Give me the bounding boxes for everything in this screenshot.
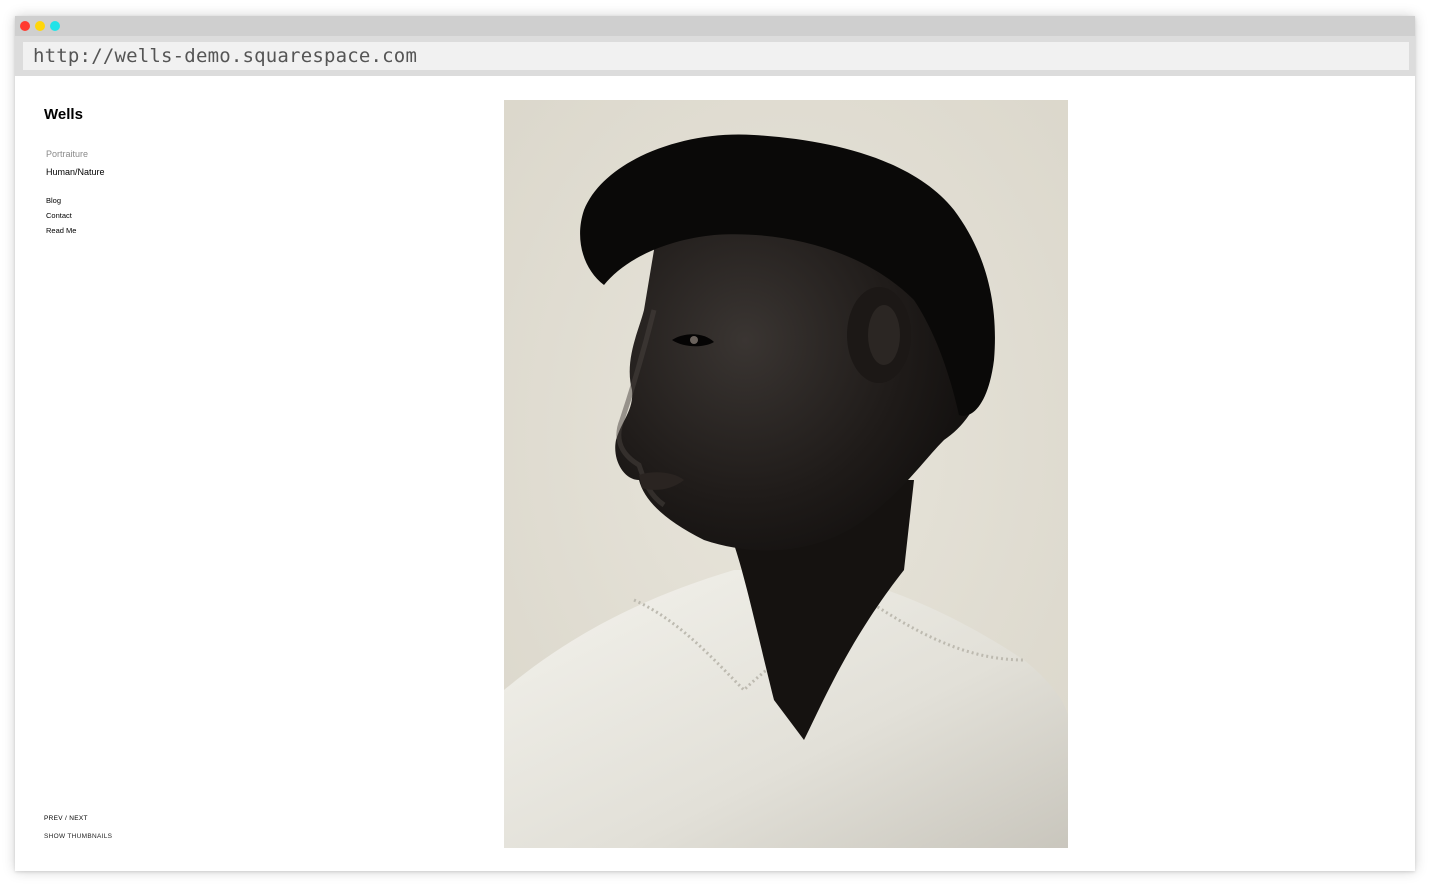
site-title[interactable]: Wells (44, 106, 83, 123)
title-bar (15, 16, 1415, 36)
gallery-nav: Portraiture Human/Nature (46, 145, 105, 181)
next-link[interactable]: NEXT (69, 815, 88, 822)
url-text: http://wells-demo.squarespace.com (33, 45, 418, 67)
portrait-photo[interactable] (504, 100, 1068, 848)
portrait-image (504, 100, 1068, 848)
address-bar[interactable]: http://wells-demo.squarespace.com (23, 42, 1409, 70)
nav-item-blog[interactable]: Blog (46, 193, 76, 208)
show-thumbnails-link[interactable]: SHOW THUMBNAILS (44, 833, 112, 840)
pager: PREV / NEXT (44, 815, 88, 822)
browser-window: http://wells-demo.squarespace.com Wells … (15, 16, 1415, 871)
nav-item-read-me[interactable]: Read Me (46, 223, 76, 238)
minimize-window-icon[interactable] (35, 21, 45, 31)
nav-item-contact[interactable]: Contact (46, 208, 76, 223)
page-nav: Blog Contact Read Me (46, 193, 76, 238)
nav-item-human-nature[interactable]: Human/Nature (46, 163, 105, 181)
nav-item-portraiture[interactable]: Portraiture (46, 145, 105, 163)
web-page: Wells Portraiture Human/Nature Blog Cont… (15, 76, 1415, 871)
toolbar: http://wells-demo.squarespace.com (15, 36, 1415, 76)
close-window-icon[interactable] (20, 21, 30, 31)
prev-link[interactable]: PREV (44, 815, 63, 822)
zoom-window-icon[interactable] (50, 21, 60, 31)
